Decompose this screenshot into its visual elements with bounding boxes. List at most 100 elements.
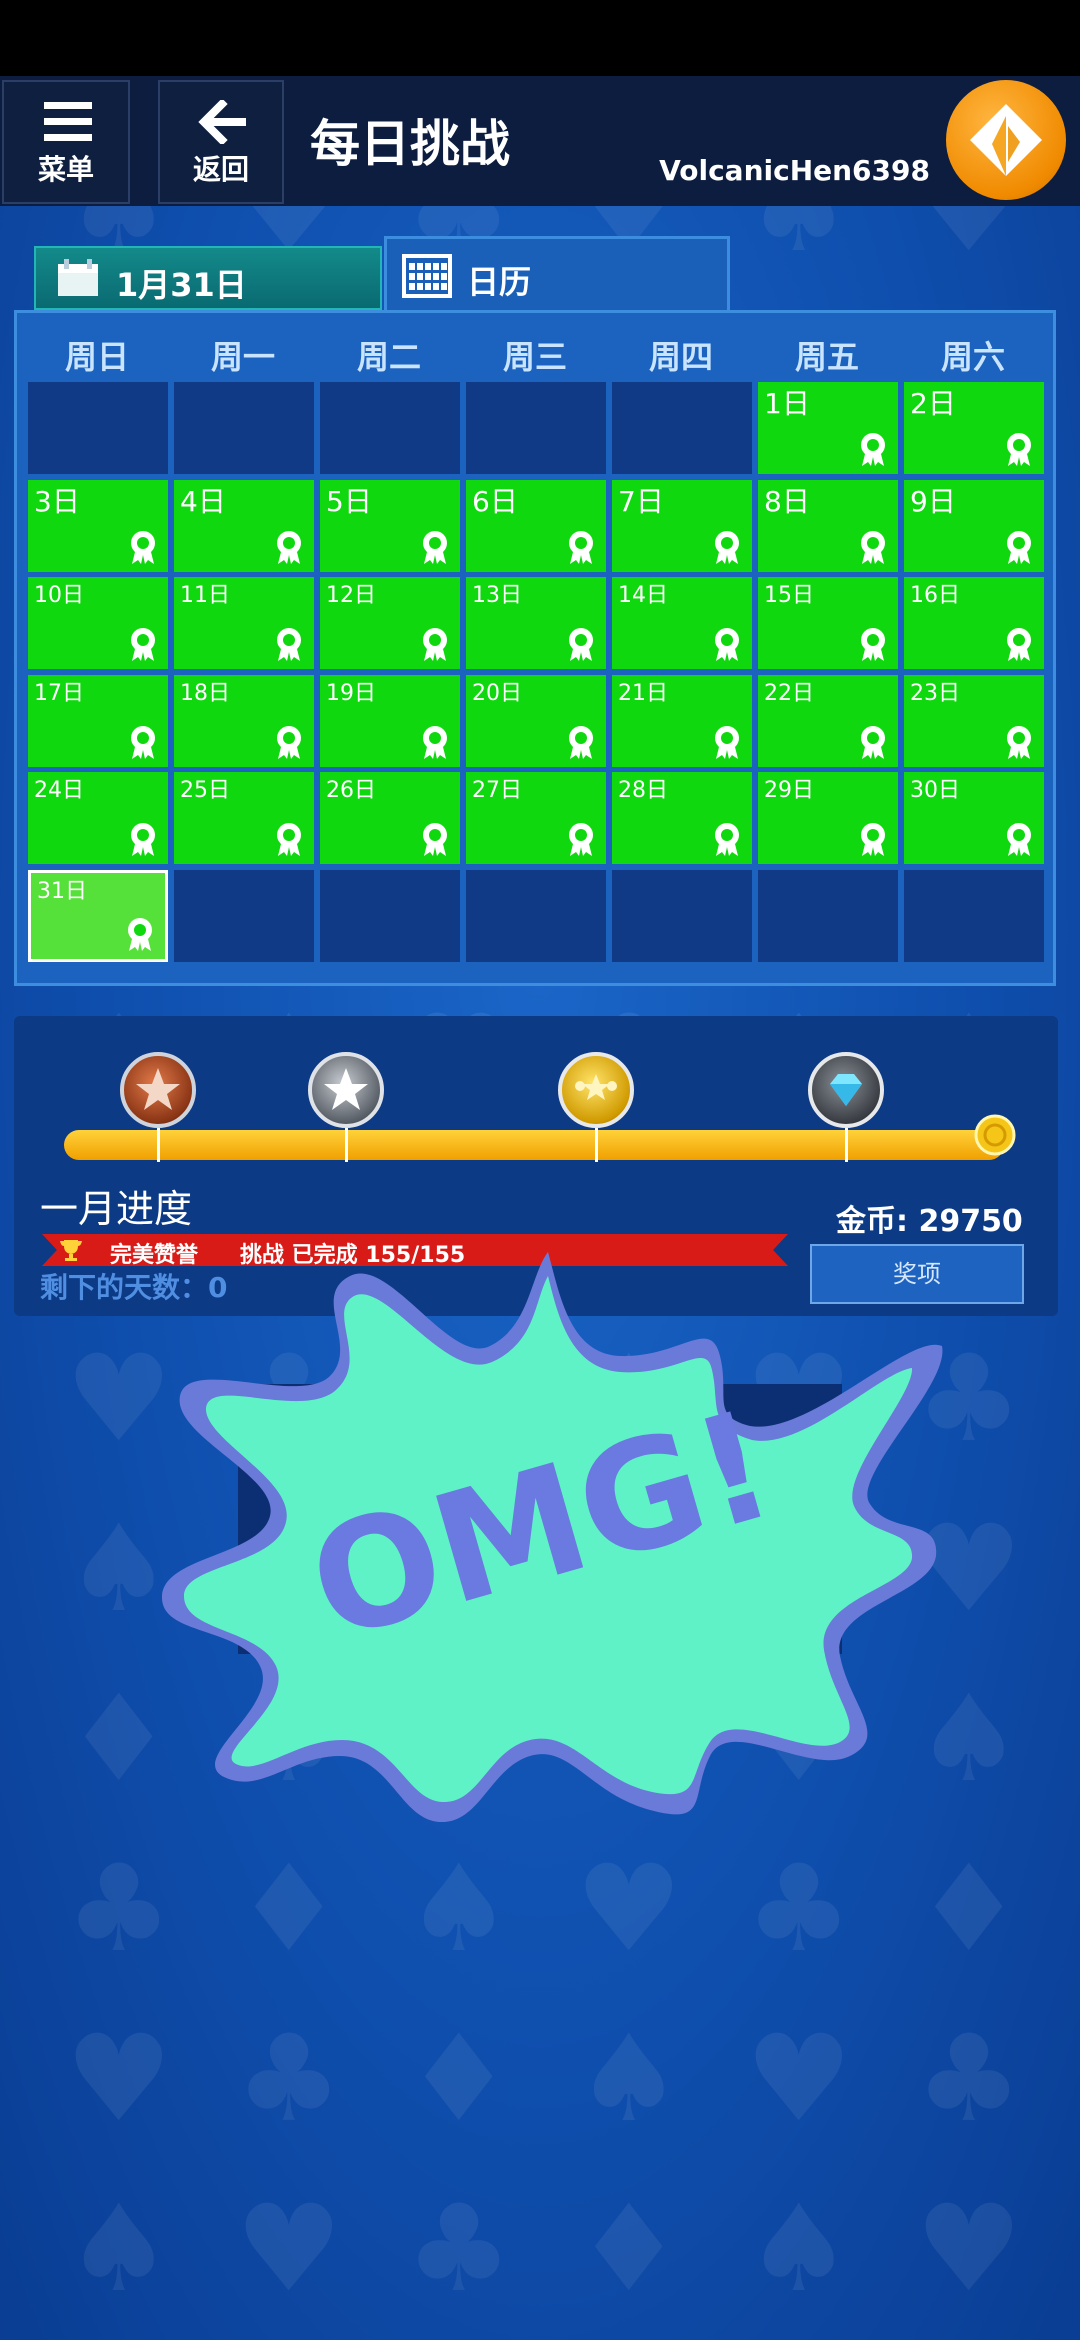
day-number: 21日: [618, 681, 668, 706]
suit-pattern-glyph: ♥: [235, 2180, 343, 2319]
calendar-day-cell[interactable]: 3日: [28, 480, 168, 572]
calendar-day-cell[interactable]: 12日: [320, 577, 460, 669]
back-label: 返回: [192, 153, 249, 186]
completed-medal-icon: [710, 625, 744, 663]
page-title: 每日挑战: [310, 115, 510, 173]
completed-medal-icon: [418, 625, 452, 663]
day-number: 19日: [326, 681, 376, 706]
calendar-empty-cell: [320, 870, 460, 962]
month-progress-label: 一月进度: [40, 1187, 193, 1231]
calendar-day-cell[interactable]: 27日: [466, 772, 606, 864]
three-stars-icon: [575, 1074, 617, 1100]
completed-medal-icon: [418, 723, 452, 761]
calendar-day-cell[interactable]: 24日: [28, 772, 168, 864]
weekday-header: 周二: [356, 338, 421, 376]
avatar[interactable]: [946, 80, 1066, 200]
calendar-day-cell[interactable]: 9日: [904, 480, 1044, 572]
gold-star-badge: [558, 1052, 634, 1128]
completed-medal-icon: [564, 528, 598, 566]
suit-pattern-glyph: ♣: [235, 2010, 343, 2149]
weekday-header: 周一: [210, 338, 275, 376]
day-number: 3日: [34, 485, 80, 518]
menu-label: 菜单: [37, 153, 94, 186]
calendar-day-cell[interactable]: 2日: [904, 382, 1044, 474]
calendar-day-cell[interactable]: 22日: [758, 675, 898, 767]
calendar-day-cell[interactable]: 18日: [174, 675, 314, 767]
progress-tick: [157, 1128, 160, 1162]
day-number: 29日: [764, 778, 814, 803]
calendar-day-cell[interactable]: 7日: [612, 480, 752, 572]
calendar-day-cell[interactable]: 20日: [466, 675, 606, 767]
calendar-day-cell[interactable]: 31日: [28, 870, 168, 962]
completed-medal-icon: [856, 528, 890, 566]
completed-medal-icon: [1002, 723, 1036, 761]
calendar-day-cell[interactable]: 19日: [320, 675, 460, 767]
day-number: 16日: [910, 583, 960, 608]
hamburger-icon: [44, 102, 92, 141]
calendar-day-cell[interactable]: 8日: [758, 480, 898, 572]
completed-medal-icon: [856, 430, 890, 468]
day-number: 8日: [764, 485, 810, 518]
omg-sticker[interactable]: OMG!: [150, 1236, 950, 1826]
completed-medal-icon: [856, 723, 890, 761]
day-number: 11日: [180, 583, 230, 608]
calendar-day-cell[interactable]: 6日: [466, 480, 606, 572]
calendar-day-cell[interactable]: 21日: [612, 675, 752, 767]
day-number: 22日: [764, 681, 814, 706]
calendar-empty-cell: [758, 870, 898, 962]
suit-pattern-glyph: ♣: [405, 2180, 513, 2319]
calendar-day-cell[interactable]: 25日: [174, 772, 314, 864]
day-number: 31日: [37, 879, 87, 904]
tab-today[interactable]: 1月31日: [34, 246, 382, 310]
day-number: 13日: [472, 583, 522, 608]
calendar-day-cell[interactable]: 15日: [758, 577, 898, 669]
calendar-day-cell[interactable]: 28日: [612, 772, 752, 864]
day-number: 9日: [910, 485, 956, 518]
suit-pattern-glyph: ♣: [745, 1840, 853, 1979]
calendar-day-cell[interactable]: 13日: [466, 577, 606, 669]
calendar-day-cell[interactable]: 1日: [758, 382, 898, 474]
suit-pattern-glyph: ♦: [915, 1840, 1023, 1979]
suit-pattern-glyph: ♣: [65, 1840, 173, 1979]
day-number: 12日: [326, 583, 376, 608]
day-number: 23日: [910, 681, 960, 706]
progress-bar-fill: [64, 1130, 1004, 1160]
calendar-grid-icon: [402, 254, 452, 298]
completed-medal-icon: [126, 625, 160, 663]
completed-medal-icon: [126, 723, 160, 761]
calendar-day-cell[interactable]: 4日: [174, 480, 314, 572]
completed-medal-icon: [856, 625, 890, 663]
calendar-day-cell[interactable]: 14日: [612, 577, 752, 669]
completed-medal-icon: [272, 528, 306, 566]
weekday-header: 周六: [940, 338, 1005, 376]
calendar-day-cell[interactable]: 26日: [320, 772, 460, 864]
calendar-day-cell[interactable]: 11日: [174, 577, 314, 669]
calendar-empty-cell: [904, 870, 1044, 962]
calendar-day-cell[interactable]: 16日: [904, 577, 1044, 669]
calendar-day-cell[interactable]: 29日: [758, 772, 898, 864]
completed-medal-icon: [564, 723, 598, 761]
suit-pattern-glyph: ♠: [575, 2010, 683, 2149]
suit-pattern-glyph: ♦: [235, 1840, 343, 1979]
calendar-day-cell[interactable]: 10日: [28, 577, 168, 669]
calendar-page-icon: [58, 259, 98, 296]
calendar-empty-cell: [466, 870, 606, 962]
calendar-day-cell[interactable]: 23日: [904, 675, 1044, 767]
calendar-day-cell[interactable]: 30日: [904, 772, 1044, 864]
calendar-empty-cell: [612, 382, 752, 474]
calendar-day-cell[interactable]: 5日: [320, 480, 460, 572]
progress-bar: [64, 1130, 1004, 1160]
day-number: 20日: [472, 681, 522, 706]
weekday-header: 周三: [502, 338, 567, 376]
menu-button[interactable]: 菜单: [2, 80, 130, 204]
day-number: 27日: [472, 778, 522, 803]
weekday-header: 周日: [64, 338, 129, 376]
weekday-header: 周五: [794, 338, 859, 376]
back-button[interactable]: 返回: [158, 80, 284, 204]
completed-medal-icon: [272, 625, 306, 663]
tab-calendar[interactable]: 日历: [384, 236, 730, 314]
day-number: 6日: [472, 485, 518, 518]
coin-balance: 金币: 29750: [836, 1204, 1023, 1239]
calendar-day-cell[interactable]: 17日: [28, 675, 168, 767]
calendar-empty-cell: [320, 382, 460, 474]
